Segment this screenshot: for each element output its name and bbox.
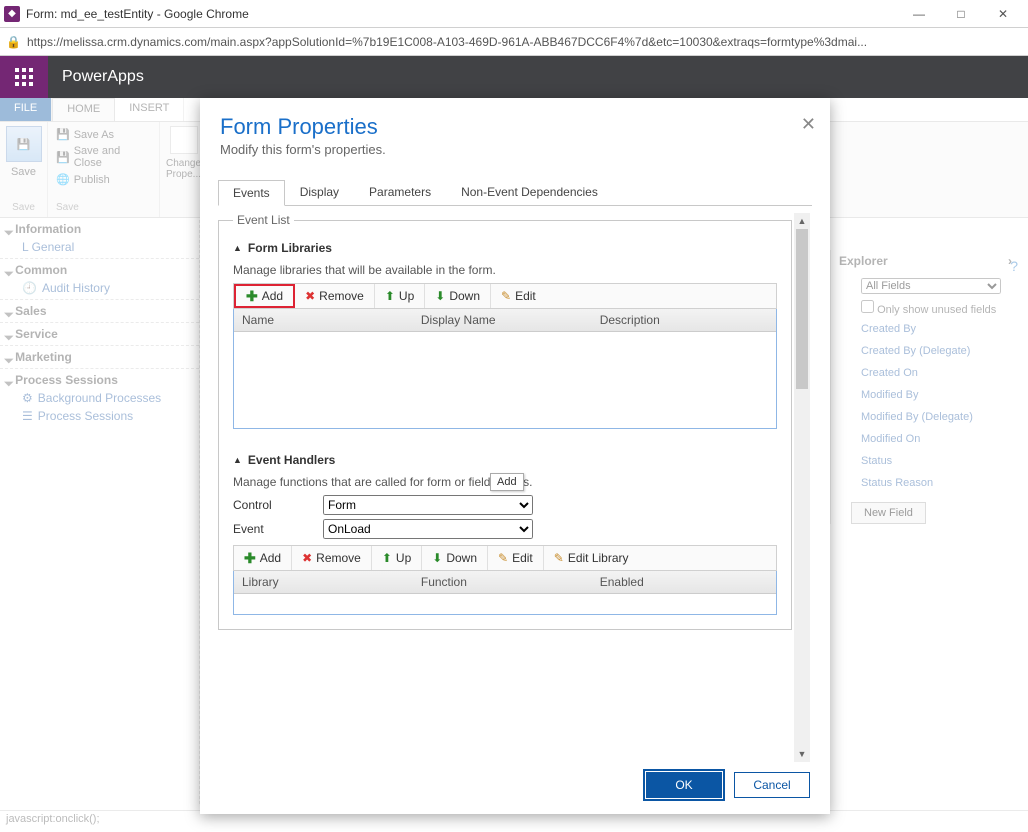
handlers-col-enabled[interactable]: Enabled [592, 571, 771, 593]
libraries-remove-button[interactable]: ✖ Remove [295, 284, 375, 308]
powerapps-header: PowerApps [0, 56, 1028, 98]
libraries-up-button[interactable]: ⬆ Up [375, 284, 425, 308]
dialog-footer: OK Cancel [200, 762, 830, 814]
handlers-control-select[interactable]: Form [323, 495, 533, 515]
handlers-remove-button[interactable]: ✖ Remove [292, 546, 372, 570]
handlers-edit-button[interactable]: ✎ Edit [488, 546, 544, 570]
handlers-edit-label: Edit [512, 551, 533, 565]
libraries-col-name[interactable]: Name [234, 309, 413, 331]
tab-events[interactable]: Events [218, 180, 285, 206]
form-libraries-grid-header: Name Display Name Description [234, 309, 776, 332]
libraries-down-button[interactable]: ⬇ Down [425, 284, 491, 308]
handlers-edit-library-button[interactable]: ✎ Edit Library [544, 546, 639, 570]
dialog-ok-button[interactable]: OK [646, 772, 722, 798]
event-list-fieldset: Event List ▲ Form Libraries Manage librar… [218, 213, 792, 630]
dialog-title: Form Properties [220, 114, 810, 140]
handlers-down-label: Down [446, 551, 477, 565]
form-libraries-toolbar: ✚ Add ✖ Remove ⬆ Up ⬇ Down ✎ Edit [233, 283, 777, 309]
dialog-subtitle: Modify this form's properties. [220, 142, 810, 157]
plus-icon: ✚ [246, 290, 258, 302]
handlers-event-row: Event OnLoad [233, 519, 777, 539]
window-title: Form: md_ee_testEntity - Google Chrome [26, 7, 898, 21]
libraries-edit-label: Edit [515, 289, 536, 303]
waffle-icon [15, 68, 33, 86]
event-handlers-title: Event Handlers [248, 453, 335, 467]
handlers-up-label: Up [396, 551, 411, 565]
window-titlebar: ◆ Form: md_ee_testEntity - Google Chrome… [0, 0, 1028, 28]
plus-icon: ✚ [244, 552, 256, 564]
edit-icon: ✎ [498, 551, 508, 565]
scrollbar-down-icon[interactable]: ▼ [794, 746, 810, 762]
up-arrow-icon: ⬆ [385, 289, 395, 303]
dialog-header: Form Properties Modify this form's prope… [200, 98, 830, 165]
form-libraries-grid-body[interactable] [234, 332, 776, 428]
edit-library-icon: ✎ [554, 551, 564, 565]
tab-parameters[interactable]: Parameters [354, 179, 446, 205]
handlers-control-row: Control Form [233, 495, 777, 515]
window-minimize-button[interactable]: — [898, 0, 940, 28]
handlers-remove-label: Remove [316, 551, 361, 565]
dialog-close-button[interactable]: ✕ [801, 114, 816, 135]
edit-icon: ✎ [501, 289, 511, 303]
libraries-col-desc[interactable]: Description [592, 309, 771, 331]
form-libraries-title: Form Libraries [248, 241, 332, 255]
collapse-icon: ▲ [233, 243, 242, 253]
dialog-body: Events Display Parameters Non-Event Depe… [200, 165, 830, 762]
form-libraries-desc: Manage libraries that will be available … [233, 263, 777, 277]
handlers-col-library[interactable]: Library [234, 571, 413, 593]
app-icon: ◆ [4, 6, 20, 22]
libraries-edit-button[interactable]: ✎ Edit [491, 284, 546, 308]
form-libraries-header[interactable]: ▲ Form Libraries [233, 241, 777, 255]
window-maximize-button[interactable]: □ [940, 0, 982, 28]
url-text[interactable]: https://melissa.crm.dynamics.com/main.as… [27, 35, 1022, 49]
handlers-up-button[interactable]: ⬆ Up [372, 546, 422, 570]
dialog-scrollbar[interactable]: ▲ ▼ [794, 213, 810, 762]
event-list-legend: Event List [233, 213, 294, 227]
event-handlers-grid: Library Function Enabled [233, 571, 777, 615]
handlers-add-label: Add [260, 551, 281, 565]
down-arrow-icon: ⬇ [435, 289, 445, 303]
remove-icon: ✖ [305, 289, 315, 303]
dialog-tabstrip: Events Display Parameters Non-Event Depe… [218, 179, 812, 206]
libraries-add-button[interactable]: ✚ Add [234, 284, 295, 308]
libraries-remove-label: Remove [319, 289, 364, 303]
dialog-cancel-button[interactable]: Cancel [734, 772, 810, 798]
window-close-button[interactable]: ✕ [982, 0, 1024, 28]
tab-display[interactable]: Display [285, 179, 354, 205]
handlers-event-select[interactable]: OnLoad [323, 519, 533, 539]
event-handlers-grid-header: Library Function Enabled [234, 571, 776, 594]
waffle-menu-button[interactable] [0, 56, 48, 98]
add-button-tooltip: Add [490, 473, 524, 491]
handlers-event-label: Event [233, 522, 323, 536]
remove-icon: ✖ [302, 551, 312, 565]
tab-non-event-deps[interactable]: Non-Event Dependencies [446, 179, 613, 205]
handlers-add-button[interactable]: ✚ Add [234, 546, 292, 570]
event-handlers-grid-body[interactable] [234, 594, 776, 614]
libraries-down-label: Down [449, 289, 480, 303]
up-arrow-icon: ⬆ [382, 551, 392, 565]
event-handlers-header[interactable]: ▲ Event Handlers [233, 453, 777, 467]
handlers-down-button[interactable]: ⬇ Down [422, 546, 488, 570]
libraries-add-label: Add [262, 289, 283, 303]
handlers-editlib-label: Edit Library [568, 551, 629, 565]
scrollbar-up-icon[interactable]: ▲ [794, 213, 810, 229]
lock-icon: 🔒 [6, 35, 21, 49]
form-properties-dialog: Form Properties Modify this form's prope… [200, 98, 830, 814]
libraries-up-label: Up [399, 289, 414, 303]
powerapps-brand: PowerApps [48, 68, 144, 86]
event-handlers-toolbar: ✚ Add ✖ Remove ⬆ Up ⬇ Down ✎ Edit ✎ Edit Libra… [233, 545, 777, 571]
form-libraries-grid: Name Display Name Description [233, 309, 777, 429]
collapse-icon: ▲ [233, 455, 242, 465]
url-bar: 🔒 https://melissa.crm.dynamics.com/main.… [0, 28, 1028, 56]
down-arrow-icon: ⬇ [432, 551, 442, 565]
handlers-col-function[interactable]: Function [413, 571, 592, 593]
scrollbar-thumb[interactable] [796, 229, 808, 389]
handlers-control-label: Control [233, 498, 323, 512]
libraries-col-display[interactable]: Display Name [413, 309, 592, 331]
